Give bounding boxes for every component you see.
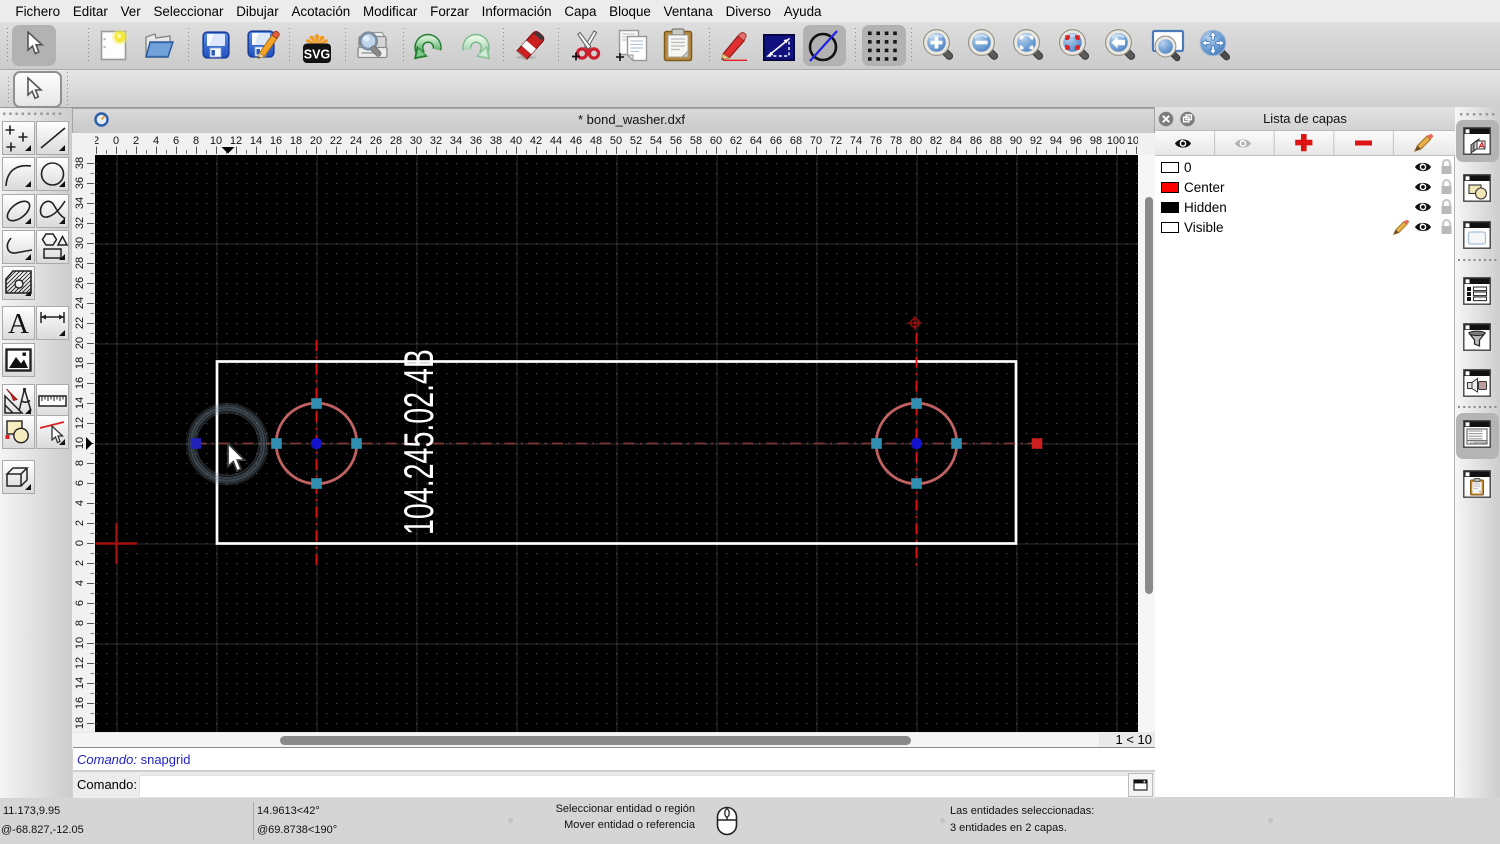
svg-text:80: 80 xyxy=(910,135,922,147)
svg-text:0: 0 xyxy=(113,135,119,147)
svg-text:44: 44 xyxy=(550,135,562,147)
svg-text:10: 10 xyxy=(74,637,86,649)
svg-text:30: 30 xyxy=(74,237,86,249)
svg-text:94: 94 xyxy=(1050,135,1062,147)
svg-text:8: 8 xyxy=(193,135,199,147)
svg-text:2: 2 xyxy=(74,520,86,526)
svg-text:c command: c command xyxy=(1470,441,1488,445)
svg-text:20: 20 xyxy=(74,337,86,349)
svg-text:4: 4 xyxy=(74,500,86,506)
svg-text:36: 36 xyxy=(74,177,86,189)
svg-text:A: A xyxy=(8,308,29,340)
svg-text:0: 0 xyxy=(74,540,86,546)
svg-text:16: 16 xyxy=(74,697,86,709)
svg-text:76: 76 xyxy=(870,135,882,147)
svg-text:12: 12 xyxy=(74,417,86,429)
svg-text:66: 66 xyxy=(770,135,782,147)
svg-text:68: 68 xyxy=(790,135,802,147)
svg-text:6: 6 xyxy=(74,600,86,606)
svg-text:8: 8 xyxy=(74,620,86,626)
svg-text:18: 18 xyxy=(290,135,302,147)
svg-text:50: 50 xyxy=(610,135,622,147)
svg-text:64: 64 xyxy=(750,135,762,147)
svg-text:52: 52 xyxy=(630,135,642,147)
svg-text:42: 42 xyxy=(530,135,542,147)
svg-text:104.245.02.4B: 104.245.02.4B xyxy=(395,349,442,535)
svg-text:24: 24 xyxy=(74,297,86,309)
svg-text:32: 32 xyxy=(430,135,442,147)
svg-text:34: 34 xyxy=(450,135,462,147)
svg-text:38: 38 xyxy=(490,135,502,147)
svg-text:98: 98 xyxy=(1090,135,1102,147)
svg-text:34: 34 xyxy=(74,197,86,209)
svg-text:20: 20 xyxy=(310,135,322,147)
svg-text:54: 54 xyxy=(650,135,662,147)
svg-text:2: 2 xyxy=(74,560,86,566)
svg-text:40: 40 xyxy=(510,135,522,147)
svg-text:22: 22 xyxy=(330,135,342,147)
svg-text:14: 14 xyxy=(74,677,86,689)
svg-text:14: 14 xyxy=(250,135,262,147)
svg-text:12: 12 xyxy=(230,135,242,147)
svg-text:18: 18 xyxy=(74,717,86,729)
svg-text:6: 6 xyxy=(74,480,86,486)
svg-text:90: 90 xyxy=(1010,135,1022,147)
svg-text:46: 46 xyxy=(570,135,582,147)
svg-text:SVG: SVG xyxy=(304,48,330,62)
svg-text:72: 72 xyxy=(830,135,842,147)
svg-text:4: 4 xyxy=(74,580,86,586)
svg-text:82: 82 xyxy=(930,135,942,147)
svg-text:74: 74 xyxy=(850,135,862,147)
svg-text:16: 16 xyxy=(270,135,282,147)
svg-text:58: 58 xyxy=(690,135,702,147)
svg-text:30: 30 xyxy=(410,135,422,147)
svg-text:32: 32 xyxy=(74,217,86,229)
svg-text:28: 28 xyxy=(390,135,402,147)
svg-text:60: 60 xyxy=(710,135,722,147)
svg-text:86: 86 xyxy=(970,135,982,147)
svg-text:18: 18 xyxy=(74,357,86,369)
svg-text:24: 24 xyxy=(350,135,362,147)
svg-text:14: 14 xyxy=(74,397,86,409)
svg-text:28: 28 xyxy=(74,257,86,269)
svg-text:38: 38 xyxy=(74,157,86,169)
svg-text:26: 26 xyxy=(74,277,86,289)
svg-text:48: 48 xyxy=(590,135,602,147)
svg-text:88: 88 xyxy=(990,135,1002,147)
svg-text:36: 36 xyxy=(470,135,482,147)
svg-text:22: 22 xyxy=(74,317,86,329)
svg-text:100: 100 xyxy=(1107,135,1125,147)
svg-text:92: 92 xyxy=(1030,135,1042,147)
svg-text:4: 4 xyxy=(153,135,159,147)
svg-text:62: 62 xyxy=(730,135,742,147)
svg-text:2: 2 xyxy=(95,135,99,147)
svg-text:96: 96 xyxy=(1070,135,1082,147)
svg-text:2: 2 xyxy=(133,135,139,147)
svg-text:6: 6 xyxy=(173,135,179,147)
svg-text:102: 102 xyxy=(1127,135,1138,147)
svg-text:56: 56 xyxy=(670,135,682,147)
svg-text:78: 78 xyxy=(890,135,902,147)
svg-text:70: 70 xyxy=(810,135,822,147)
svg-text:8: 8 xyxy=(74,460,86,466)
svg-text:26: 26 xyxy=(370,135,382,147)
svg-text:84: 84 xyxy=(950,135,962,147)
svg-text:12: 12 xyxy=(74,657,86,669)
svg-text:10: 10 xyxy=(210,135,222,147)
svg-text:16: 16 xyxy=(74,377,86,389)
svg-text:10: 10 xyxy=(74,437,86,449)
